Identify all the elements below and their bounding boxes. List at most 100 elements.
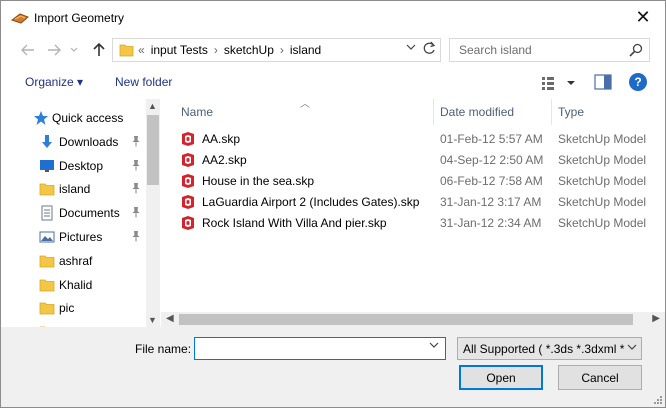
column-header-date-modified[interactable]: Date modified <box>440 99 514 125</box>
sketchup-file-icon <box>182 174 194 188</box>
resize-grip-icon[interactable] <box>653 395 663 405</box>
sidebar-item-ashraf[interactable]: ashraf <box>1 250 145 272</box>
file-name: Rock Island With Villa And pier.skp <box>202 216 387 230</box>
breadcrumb-item[interactable]: sketchUp <box>224 43 274 57</box>
sidebar-item-quick-access[interactable]: Quick access <box>1 107 145 129</box>
sidebar-item-downloads[interactable]: Downloads <box>1 131 145 153</box>
window-title: Import Geometry <box>34 11 125 25</box>
file-name: AA2.skp <box>202 153 247 167</box>
folder-icon <box>39 253 55 269</box>
folder-icon <box>119 44 134 57</box>
sidebar-item-label: Pictures <box>59 230 103 244</box>
file-selection-panel: File name: All Supported ( *.3ds *.3dxml… <box>1 327 665 407</box>
help-icon: ? <box>634 75 642 89</box>
recent-locations-button[interactable] <box>67 39 81 61</box>
sidebar-item-label: Quick access <box>52 111 124 125</box>
chevron-down-icon <box>429 342 439 348</box>
sidebar-item-label: pic <box>59 301 75 316</box>
chevron-down-icon <box>70 47 78 52</box>
close-button[interactable]: ✕ <box>621 1 665 33</box>
sketchup-file-icon <box>182 195 194 209</box>
scrollbar-thumb[interactable] <box>147 115 159 185</box>
pin-icon <box>131 159 141 171</box>
breadcrumb-separator[interactable]: › <box>214 43 218 57</box>
breadcrumb-overflow[interactable]: « <box>138 43 145 57</box>
search-box[interactable]: Search island <box>449 38 650 62</box>
arrow-right-icon <box>48 44 61 56</box>
address-dropdown-button[interactable] <box>406 42 416 54</box>
column-divider[interactable] <box>551 99 552 125</box>
scrollbar-thumb[interactable] <box>179 314 633 325</box>
cancel-button[interactable]: Cancel <box>558 365 642 390</box>
file-type: SketchUp Model <box>558 132 647 146</box>
file-name: House in the sea.skp <box>202 174 315 188</box>
navigation-pane-scrollbar[interactable]: ▲ ▼ <box>146 99 160 327</box>
sketchup-app-icon <box>11 13 29 24</box>
sidebar-item-pic[interactable]: pic <box>1 297 145 319</box>
sidebar-item-khalid[interactable]: Khalid <box>1 274 145 296</box>
file-name-input[interactable] <box>194 337 446 360</box>
file-row[interactable]: LaGuardia Airport 2 (Includes Gates).skp… <box>181 192 665 213</box>
open-button[interactable]: Open <box>459 365 543 390</box>
refresh-button[interactable] <box>423 41 436 58</box>
scroll-down-icon[interactable]: ▼ <box>148 315 157 325</box>
sidebar-item-label: island <box>59 182 91 197</box>
sidebar-item-desktop[interactable]: Desktop <box>1 155 145 177</box>
documents-icon <box>39 205 55 221</box>
import-geometry-dialog: Import Geometry ✕ « input Tests › sketch… <box>0 0 666 408</box>
file-row[interactable]: Rock Island With Villa And pier.skp 31-Ja… <box>181 213 665 234</box>
folder-icon <box>39 181 55 197</box>
column-header-name[interactable]: Name <box>181 99 213 125</box>
organize-button[interactable]: Organize ▾ <box>25 75 83 89</box>
file-type: SketchUp Model <box>558 195 647 209</box>
back-button[interactable] <box>17 39 39 61</box>
forward-button[interactable] <box>43 39 65 61</box>
sidebar-item-label: Downloads <box>59 134 119 149</box>
breadcrumb-item[interactable]: island <box>290 43 321 57</box>
file-row[interactable]: AA.skp 01-Feb-12 5:57 AM SketchUp Model <box>181 129 665 150</box>
file-name: LaGuardia Airport 2 (Includes Gates).skp <box>202 195 420 209</box>
star-icon <box>33 110 49 126</box>
file-row[interactable]: House in the sea.skp 06-Feb-12 7:58 AM Ske… <box>181 171 665 192</box>
sketchup-file-icon <box>182 216 194 230</box>
file-date-modified: 01-Feb-12 5:57 AM <box>440 132 543 146</box>
sidebar-item-documents[interactable]: Documents <box>1 202 145 224</box>
file-name-label: File name: <box>135 342 192 356</box>
file-type: SketchUp Model <box>558 153 647 167</box>
help-button[interactable]: ? <box>629 73 647 91</box>
new-folder-button[interactable]: New folder <box>115 75 172 89</box>
column-divider[interactable] <box>433 99 434 125</box>
scroll-right-icon[interactable]: ▶ <box>652 313 660 324</box>
file-date-modified: 06-Feb-12 7:58 AM <box>440 174 543 188</box>
desktop-icon <box>39 158 55 174</box>
pin-icon <box>131 182 141 194</box>
scroll-left-icon[interactable]: ◀ <box>166 313 174 324</box>
sidebar-item-label: Desktop <box>59 158 104 173</box>
sidebar-item-island[interactable]: island <box>1 178 145 200</box>
refresh-icon <box>423 41 436 54</box>
folder-icon <box>39 300 55 316</box>
pin-icon <box>131 135 141 147</box>
scroll-up-icon[interactable]: ▲ <box>148 101 157 111</box>
file-name-dropdown-button[interactable] <box>429 340 439 352</box>
sidebar-item-label: ashraf <box>59 253 93 268</box>
sidebar-item-label: Khalid <box>59 277 93 292</box>
file-row[interactable]: AA2.skp 04-Sep-12 2:50 AM SketchUp Model <box>181 150 665 171</box>
sidebar-item-pictures[interactable]: Pictures <box>1 226 145 248</box>
breadcrumb-separator[interactable]: › <box>280 43 284 57</box>
search-input[interactable]: Search island <box>459 43 532 57</box>
chevron-down-icon <box>406 44 416 50</box>
close-icon: ✕ <box>635 6 651 27</box>
view-options-button[interactable] <box>541 74 577 92</box>
file-type-select[interactable]: All Supported ( *.3ds *.3dxml *.d <box>457 337 642 360</box>
title-bar: Import Geometry ✕ <box>1 1 665 35</box>
column-header-type[interactable]: Type <box>558 99 584 125</box>
address-bar[interactable]: « input Tests › sketchUp › island <box>112 38 441 62</box>
breadcrumb-item[interactable]: input Tests <box>151 43 208 57</box>
file-name: AA.skp <box>202 132 241 146</box>
file-list-horizontal-scrollbar[interactable]: ◀ ▶ <box>161 312 665 327</box>
arrow-up-icon <box>93 43 105 56</box>
pin-icon <box>131 206 141 218</box>
preview-pane-icon[interactable] <box>594 74 612 90</box>
up-button[interactable] <box>88 39 110 61</box>
